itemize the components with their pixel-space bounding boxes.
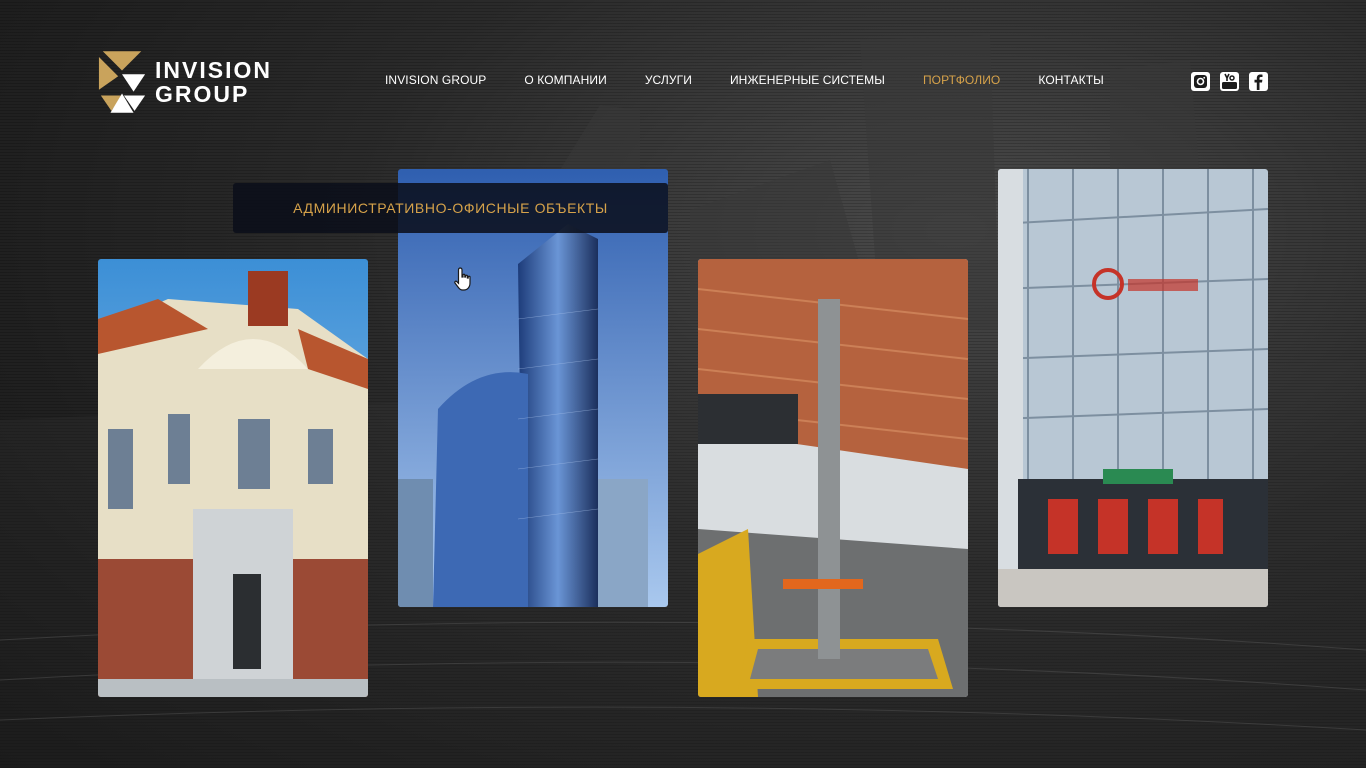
instagram-icon[interactable] bbox=[1191, 72, 1210, 91]
towers-image bbox=[398, 169, 668, 607]
main-nav: INVISION GROUP О КОМПАНИИ УСЛУГИ ИНЖЕНЕР… bbox=[385, 73, 1104, 87]
brand-line1: INVISION bbox=[155, 57, 272, 83]
youtube-icon[interactable] bbox=[1220, 72, 1239, 91]
facebook-icon[interactable] bbox=[1249, 72, 1268, 91]
nav-portfolio[interactable]: ПОРТФОЛИО bbox=[923, 73, 1000, 87]
hand-pointer-icon bbox=[454, 267, 471, 291]
portfolio-card-house[interactable] bbox=[98, 259, 368, 697]
nav-services[interactable]: УСЛУГИ bbox=[645, 73, 692, 87]
metro-image bbox=[998, 169, 1268, 607]
nav-about[interactable]: О КОМПАНИИ bbox=[524, 73, 606, 87]
logo-triangles-icon bbox=[98, 51, 146, 113]
social-links bbox=[1191, 72, 1268, 91]
portfolio-card-metro[interactable] bbox=[998, 169, 1268, 607]
nav-invision-group[interactable]: INVISION GROUP bbox=[385, 73, 486, 87]
brand-name: INVISION GROUP bbox=[155, 58, 272, 106]
brand-line2: GROUP bbox=[155, 81, 250, 107]
portfolio-card-towers[interactable] bbox=[398, 169, 668, 607]
brand-logo[interactable]: INVISION GROUP bbox=[97, 47, 272, 117]
portfolio-card-station[interactable] bbox=[698, 259, 968, 697]
portfolio-hover-caption[interactable]: АДМИНИСТРАТИВНО-ОФИСНЫЕ ОБЪЕКТЫ bbox=[233, 183, 668, 233]
portfolio-caption-text: АДМИНИСТРАТИВНО-ОФИСНЫЕ ОБЪЕКТЫ bbox=[293, 200, 608, 216]
nav-engineering[interactable]: ИНЖЕНЕРНЫЕ СИСТЕМЫ bbox=[730, 73, 885, 87]
nav-contacts[interactable]: КОНТАКТЫ bbox=[1038, 73, 1104, 87]
house-image bbox=[98, 259, 368, 697]
station-image bbox=[698, 259, 968, 697]
